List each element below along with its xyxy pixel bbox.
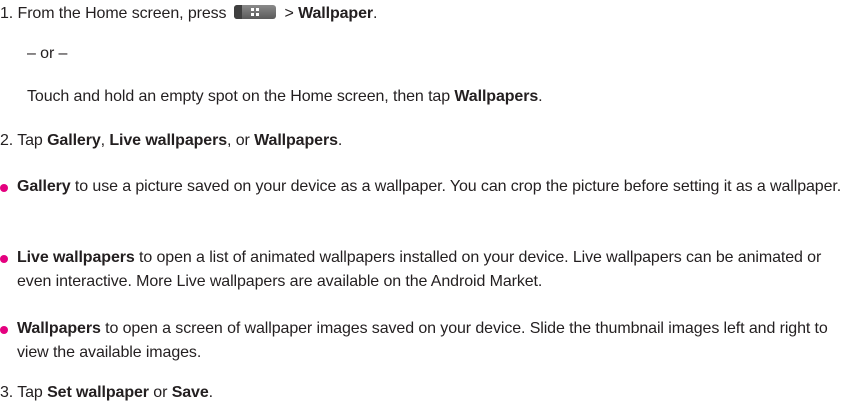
step-3: 3. Tap Set wallpaper or Save. xyxy=(0,382,213,404)
step-1-alternative: Touch and hold an empty spot on the Home… xyxy=(27,86,543,108)
step-3-option-set-wallpaper: Set wallpaper xyxy=(47,384,149,401)
step-2-option-gallery: Gallery xyxy=(47,132,101,149)
step-3-option-save: Save xyxy=(171,384,209,401)
step-1-alt-target: Wallpapers xyxy=(454,88,539,105)
bullet-body-wallpapers: to open a screen of wallpaper images sav… xyxy=(17,320,828,361)
step-1-alt-end: . xyxy=(538,88,543,105)
bullet-text-live-wallpapers: Live wallpapers to open a list of animat… xyxy=(17,246,847,294)
instruction-page: 1. From the Home screen, press > Wallpape… xyxy=(0,0,855,408)
bullet-term-gallery: Gallery xyxy=(17,178,71,195)
bullet-body-gallery: to use a picture saved on your device as… xyxy=(70,178,842,195)
step-2-option-wallpapers: Wallpapers xyxy=(254,132,338,149)
bullet-term-wallpapers: Wallpapers xyxy=(17,320,101,337)
step-2-option-live-wallpapers: Live wallpapers xyxy=(109,132,228,149)
step-2-number: 2. xyxy=(0,132,14,149)
step-2-text: Tap xyxy=(17,132,43,149)
bullet-term-live-wallpapers: Live wallpapers xyxy=(17,249,135,266)
step-3-text: Tap xyxy=(17,384,43,401)
step-3-sep: or xyxy=(153,384,168,401)
step-3-end: . xyxy=(208,384,214,401)
bullet-dot xyxy=(0,326,8,334)
bullet-text-gallery: Gallery to use a picture saved on your d… xyxy=(17,175,847,199)
step-1-target: Wallpaper xyxy=(298,5,374,22)
step-2: 2. Tap Gallery, Live wallpapers, or Wall… xyxy=(0,130,342,152)
menu-key-icon xyxy=(234,5,277,20)
step-2-sep-2: , or xyxy=(227,132,250,149)
step-1-arrow: > xyxy=(284,5,294,22)
bullet-text-wallpapers: Wallpapers to open a screen of wallpaper… xyxy=(17,317,847,365)
bullet-dot xyxy=(0,255,8,263)
step-3-number: 3. xyxy=(0,384,14,401)
or-divider: – or – xyxy=(27,45,68,62)
step-1: 1. From the Home screen, press > Wallpape… xyxy=(0,3,377,25)
step-2-end: . xyxy=(337,132,343,149)
step-2-sep-1: , xyxy=(100,132,105,149)
step-1-end: . xyxy=(373,5,378,22)
step-1-alt-text: Touch and hold an empty spot on the Home… xyxy=(27,88,451,105)
bullet-body-live-wallpapers: to open a list of animated wallpapers in… xyxy=(17,249,822,290)
step-1-text: From the Home screen, press xyxy=(17,5,227,22)
step-1-number: 1. xyxy=(0,5,14,22)
bullet-dot xyxy=(0,184,8,192)
